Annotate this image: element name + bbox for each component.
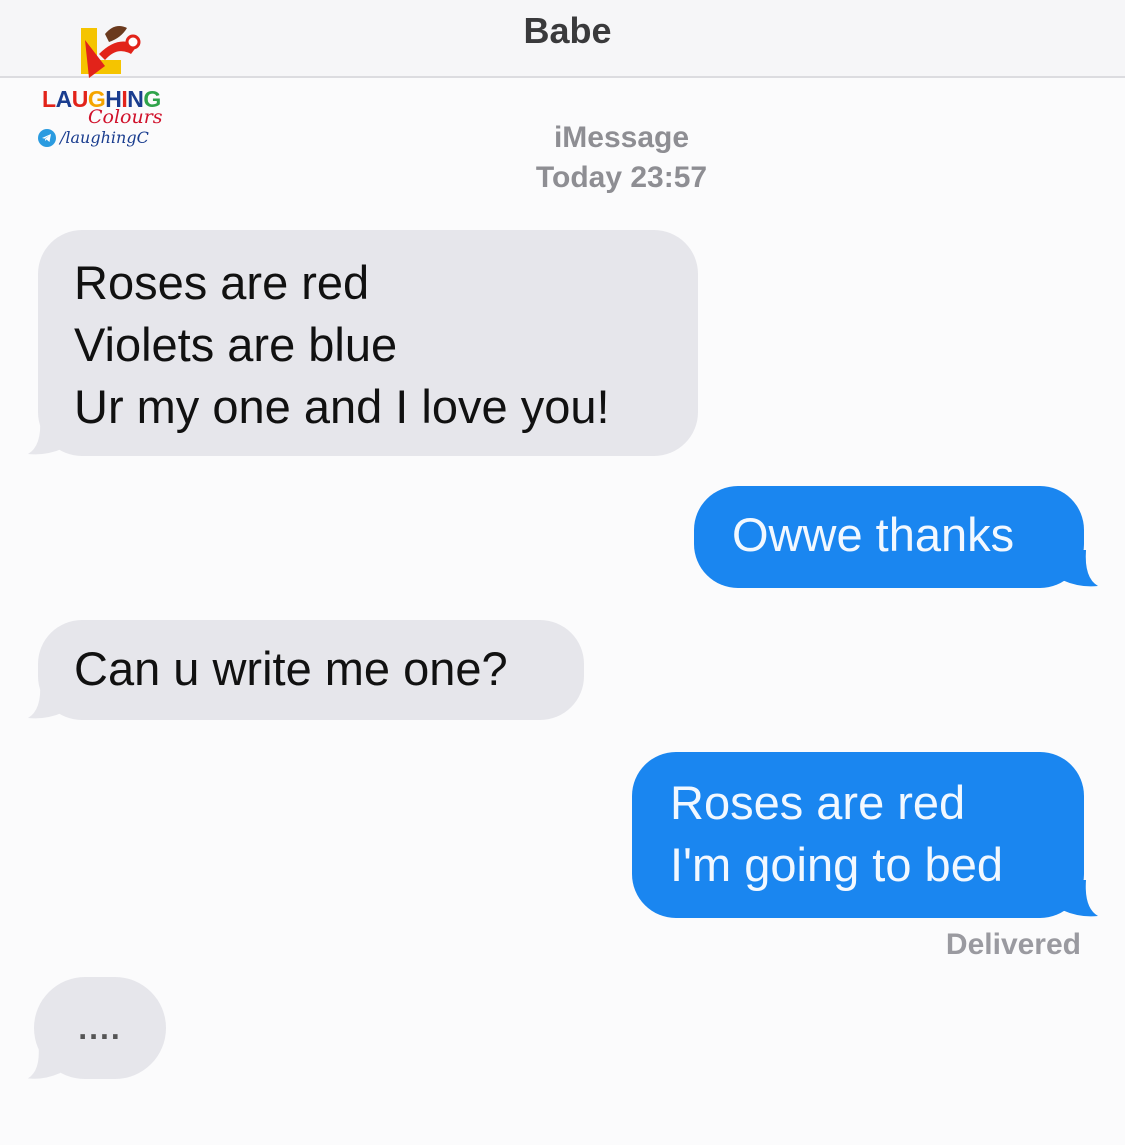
bubble-tail: [1062, 550, 1098, 587]
message-line: Violets are blue: [74, 318, 398, 371]
received-message-bubble[interactable]: Roses are red Violets are blue Ur my one…: [38, 230, 698, 456]
delivery-status: Delivered: [945, 928, 1081, 961]
message-line: Roses are red: [74, 256, 370, 309]
thread-meta: iMessage Today 23:57: [0, 118, 1125, 198]
sent-message-bubble[interactable]: Owwe thanks: [694, 486, 1084, 588]
message-line: I'm going to bed: [670, 838, 1003, 891]
sent-message-bubble[interactable]: Roses are red I'm going to bed: [632, 752, 1084, 918]
message-line: Ur my one and I love you!: [74, 380, 610, 433]
received-message-bubble[interactable]: Can u write me one?: [38, 620, 584, 720]
bubble-tail: [28, 682, 64, 719]
laughing-colours-logo-icon: [81, 26, 141, 78]
bubble-tail: [28, 418, 64, 455]
timestamp-label: Today 23:57: [535, 161, 708, 194]
message-line: Can u write me one?: [74, 642, 508, 695]
bubble-tail: [27, 1046, 61, 1079]
message-line: Roses are red: [670, 776, 966, 829]
bubble-tail: [1062, 880, 1098, 917]
message-line: Owwe thanks: [732, 508, 1015, 561]
service-label: iMessage: [553, 121, 690, 154]
